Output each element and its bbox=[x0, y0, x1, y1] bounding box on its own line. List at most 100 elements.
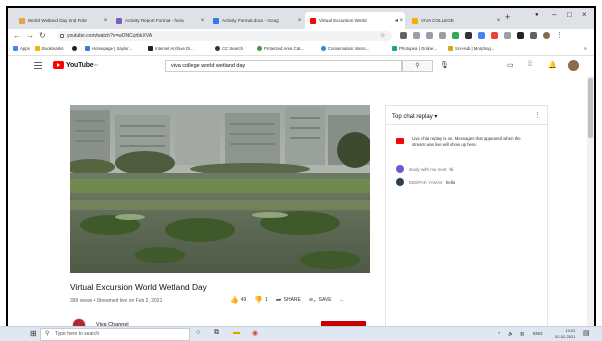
maximize-icon[interactable]: □ bbox=[567, 10, 572, 19]
windows-start-icon[interactable]: ⊞ bbox=[30, 329, 37, 338]
tab-activity-format[interactable]: Activity Format.docx - Goog × bbox=[208, 12, 303, 29]
youtube-logo[interactable]: YouTube IN bbox=[53, 61, 98, 69]
bookmarks-overflow-icon[interactable]: » bbox=[584, 46, 587, 52]
search-input[interactable]: viva college world wetland day bbox=[165, 60, 402, 72]
photopea-icon bbox=[392, 46, 397, 51]
bookmark-star-icon[interactable]: ☆ bbox=[380, 32, 385, 39]
bookmark-bookmarks[interactable]: Bookmarks bbox=[35, 46, 64, 51]
close-tab-icon[interactable]: × bbox=[102, 18, 109, 24]
youtube-icon bbox=[310, 17, 316, 24]
mail-icon bbox=[116, 17, 122, 24]
check-extension-icon[interactable] bbox=[452, 32, 459, 39]
close-tab-icon[interactable]: × bbox=[495, 18, 502, 24]
bookmark-scihub[interactable]: Sci-Hub | Morphog... bbox=[448, 46, 494, 51]
tab-activity-report[interactable]: Activity Report Format - hera × bbox=[111, 12, 206, 29]
new-tab-button[interactable]: + bbox=[505, 12, 510, 22]
extension-icon[interactable] bbox=[413, 32, 420, 39]
close-window-icon[interactable]: × bbox=[582, 10, 587, 19]
speaker-icon[interactable]: 🔈 bbox=[508, 331, 514, 337]
extension-icon[interactable] bbox=[478, 32, 485, 39]
task-view-icon[interactable]: ○ bbox=[196, 329, 200, 336]
page-scrollbar[interactable] bbox=[587, 76, 594, 338]
profile-icon[interactable]: ● bbox=[535, 12, 539, 18]
close-tab-icon[interactable]: × bbox=[199, 18, 206, 24]
account-avatar[interactable] bbox=[568, 60, 579, 71]
video-frame-image bbox=[70, 105, 370, 273]
youtube-header: YouTube IN viva college world wetland da… bbox=[8, 56, 594, 76]
browser-window: World Wetland Day 2nd Febr × Activity Re… bbox=[6, 6, 596, 341]
extension-icon[interactable] bbox=[439, 32, 446, 39]
save-button[interactable]: ≡₊ SAVE bbox=[309, 296, 332, 304]
network-icon[interactable]: ▥ bbox=[520, 331, 524, 337]
bookmark-photopea[interactable]: Photopea | Online... bbox=[392, 46, 437, 51]
chat-mode-dropdown[interactable]: Top chat replay ▾ bbox=[392, 113, 437, 120]
apps-icon bbox=[13, 46, 18, 51]
extension-icon[interactable] bbox=[530, 32, 537, 39]
chat-menu-icon[interactable]: ⋮ bbox=[534, 111, 541, 119]
bookmark-github[interactable] bbox=[72, 46, 79, 51]
bookmark-saylor[interactable]: Homepage | Saylor... bbox=[85, 46, 132, 51]
chat-avatar bbox=[396, 165, 404, 173]
chat-header: Top chat replay ▾ ⋮ bbox=[386, 106, 547, 125]
bookmarks-bar: Apps Bookmarks Homepage | Saylor... Inte… bbox=[8, 43, 594, 56]
like-button[interactable]: 👍 49 bbox=[230, 296, 246, 304]
extension-icon[interactable] bbox=[426, 32, 433, 39]
pin-icon bbox=[321, 46, 326, 51]
tab-virtual-excursion[interactable]: Virtual Excursion World ◂ × bbox=[305, 12, 405, 29]
taskview-grid-icon[interactable]: ⧉ bbox=[214, 329, 219, 337]
lock-icon bbox=[60, 34, 64, 38]
chrome-icon[interactable]: ◉ bbox=[252, 329, 258, 337]
close-tab-icon[interactable]: × bbox=[296, 18, 303, 24]
extension-icon[interactable] bbox=[491, 32, 498, 39]
taskbar-clock[interactable]: 13:01 02-02-2021 bbox=[555, 328, 575, 340]
bookmark-protected-area[interactable]: Protected Area Cat... bbox=[257, 46, 304, 51]
reload-icon[interactable]: ↻ bbox=[39, 31, 46, 40]
archive-icon bbox=[148, 46, 153, 51]
thumbs-down-icon: 👎 bbox=[254, 297, 263, 304]
extension-icon[interactable] bbox=[400, 32, 407, 39]
star-icon bbox=[35, 46, 40, 51]
audio-close-icon[interactable]: ◂ × bbox=[393, 17, 405, 24]
globe-icon bbox=[257, 46, 262, 51]
tab-viva-college[interactable]: VIVA COLLEGE × bbox=[407, 12, 502, 29]
extension-icon[interactable] bbox=[465, 32, 472, 39]
tray-chevron-icon[interactable]: ^ bbox=[498, 331, 500, 336]
share-button[interactable]: ➦ SHARE bbox=[276, 296, 301, 304]
search-button[interactable]: ⚲ bbox=[402, 60, 433, 72]
bookmark-internet-archive[interactable]: Internet Archive Di... bbox=[148, 46, 194, 51]
video-actions: 👍 49 👎 1 ➦ SHARE ≡₊ SAVE ... bbox=[230, 296, 352, 304]
back-icon[interactable]: ← bbox=[13, 31, 21, 40]
notifications-center-icon[interactable]: ▤ bbox=[583, 329, 590, 337]
youtube-play-icon bbox=[53, 61, 64, 69]
profile-avatar[interactable] bbox=[543, 32, 550, 39]
chat-message: study with me neet hi bbox=[396, 165, 453, 173]
file-explorer-icon[interactable]: ▬ bbox=[233, 329, 240, 336]
taskbar-search-input[interactable]: ⚲ Type here to search bbox=[40, 328, 190, 341]
language-indicator[interactable]: ENG bbox=[533, 331, 543, 336]
extension-icon[interactable] bbox=[517, 32, 524, 39]
extension-icon[interactable] bbox=[504, 32, 511, 39]
bookmark-cc-search[interactable]: CC Search bbox=[215, 46, 243, 51]
apps-grid-icon[interactable]: ⁞⁞ bbox=[528, 61, 532, 68]
menu-dots-icon[interactable]: ⋮ bbox=[556, 32, 563, 39]
video-title: Virtual Excursion World Wetland Day bbox=[70, 282, 207, 292]
url-field[interactable]: youtube.com/watch?v=wDNCurbkXVA bbox=[57, 31, 392, 41]
search-icon: ⚲ bbox=[415, 63, 420, 69]
tab-world-wetland-day[interactable]: World Wetland Day 2nd Febr × bbox=[14, 12, 109, 29]
windows-taskbar: ⊞ ⚲ Type here to search ○ ⧉ ▬ ◉ ^ 🔈 ▥ EN… bbox=[0, 326, 602, 341]
minimize-icon[interactable]: – bbox=[552, 10, 556, 19]
hamburger-menu-icon[interactable] bbox=[34, 62, 42, 69]
share-icon: ➦ bbox=[275, 297, 282, 304]
bookmark-conservation[interactable]: Conservation Intern... bbox=[321, 46, 369, 51]
scrollbar-thumb[interactable] bbox=[588, 78, 593, 138]
dislike-button[interactable]: 👎 1 bbox=[254, 296, 268, 304]
forward-icon[interactable]: → bbox=[26, 31, 34, 40]
chat-avatar bbox=[396, 178, 404, 186]
bookmark-apps[interactable]: Apps bbox=[13, 46, 30, 51]
video-player[interactable] bbox=[70, 105, 370, 273]
more-actions-button[interactable]: ... bbox=[340, 297, 344, 303]
scihub-icon bbox=[448, 46, 453, 51]
create-video-icon[interactable]: ▭ bbox=[507, 61, 514, 69]
microphone-icon[interactable]: 🎙 bbox=[440, 61, 449, 69]
notifications-icon[interactable]: 🔔 bbox=[548, 61, 557, 69]
